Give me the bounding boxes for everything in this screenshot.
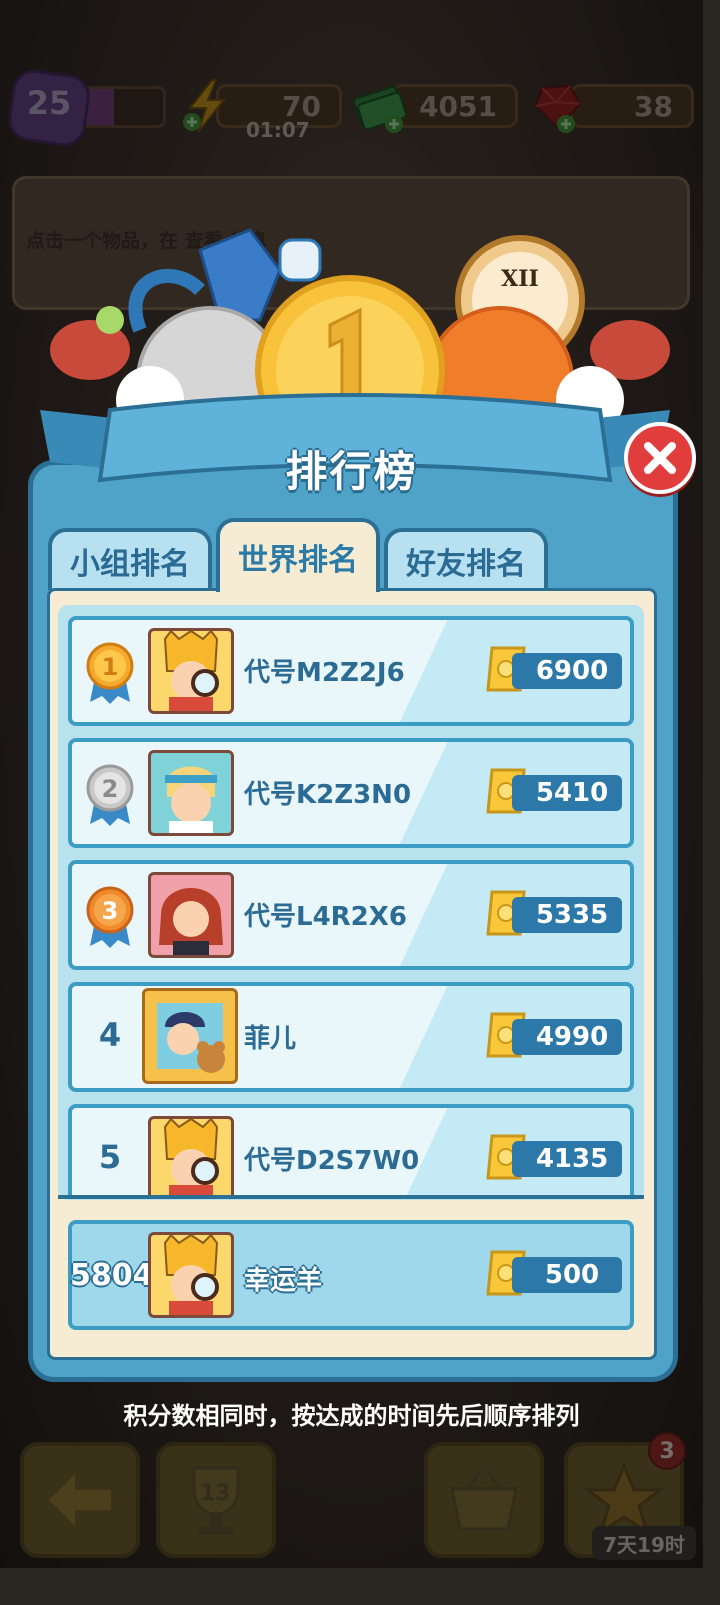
detective-avatar-icon (163, 1235, 219, 1315)
ranking-row[interactable]: 3 代号L4R2X6 5335 (68, 860, 634, 970)
tab-friend-ranking[interactable]: 好友排名 (384, 528, 548, 590)
player-name: 代号K2Z3N0 (244, 780, 412, 810)
list-divider (58, 1195, 644, 1199)
close-button[interactable] (624, 422, 696, 494)
ranking-row-clip: 5 代号D2S7W0 4135 (58, 1100, 644, 1196)
ranking-row[interactable]: 4 菲儿 4990 (68, 982, 634, 1092)
score-value: 6900 (512, 653, 622, 689)
score-value: 4990 (512, 1019, 622, 1055)
medal-rank: 3 (102, 897, 119, 925)
detective-avatar-icon (163, 631, 219, 711)
avatar[interactable] (148, 872, 234, 958)
bear-frame-avatar-icon (157, 1003, 225, 1073)
player-name: 代号M2Z2J6 (244, 658, 405, 688)
player-name: 代号L4R2X6 (244, 902, 407, 932)
ranking-row[interactable]: 5 代号D2S7W0 4135 (68, 1104, 634, 1196)
my-rank-number: 5804 (70, 1258, 154, 1293)
my-avatar[interactable] (148, 1232, 234, 1318)
my-score-value: 500 (512, 1257, 622, 1293)
detective-avatar-icon (163, 1119, 219, 1196)
gold-medal-icon: 1 (86, 642, 134, 704)
silver-medal-icon: 2 (86, 764, 134, 826)
ranking-rule-note: 积分数相同时，按达成的时间先后顺序排列 (123, 1402, 580, 1430)
my-player-name: 幸运羊 (244, 1266, 323, 1296)
rank-number: 4 (98, 1016, 122, 1054)
ranking-row[interactable]: 1 代号M2Z2J6 6900 (68, 616, 634, 726)
medal-rank: 1 (102, 653, 119, 681)
my-ranking-row[interactable]: 5804 幸运羊 500 (68, 1220, 634, 1330)
avatar[interactable] (142, 988, 238, 1084)
ranking-row[interactable]: 2 代号K2Z3N0 5410 (68, 738, 634, 848)
tab-group-ranking[interactable]: 小组排名 (48, 528, 212, 590)
avatar[interactable] (148, 750, 234, 836)
player-name: 代号D2S7W0 (244, 1146, 420, 1176)
leaderboard-title: 排行榜 (285, 447, 418, 496)
tab-world-ranking[interactable]: 世界排名 (216, 518, 380, 592)
close-icon (644, 442, 676, 474)
avatar[interactable] (148, 1116, 234, 1196)
medal-rank: 2 (102, 775, 119, 803)
red-hair-avatar-icon (159, 888, 223, 955)
headband-avatar-icon (165, 766, 217, 833)
player-name: 菲儿 (244, 1024, 297, 1054)
score-value: 5410 (512, 775, 622, 811)
score-value: 4135 (512, 1141, 622, 1177)
rank-number: 5 (98, 1138, 122, 1176)
score-value: 5335 (512, 897, 622, 933)
bronze-medal-icon: 3 (86, 886, 134, 948)
svg-text:XII: XII (501, 266, 539, 292)
avatar[interactable] (148, 628, 234, 714)
